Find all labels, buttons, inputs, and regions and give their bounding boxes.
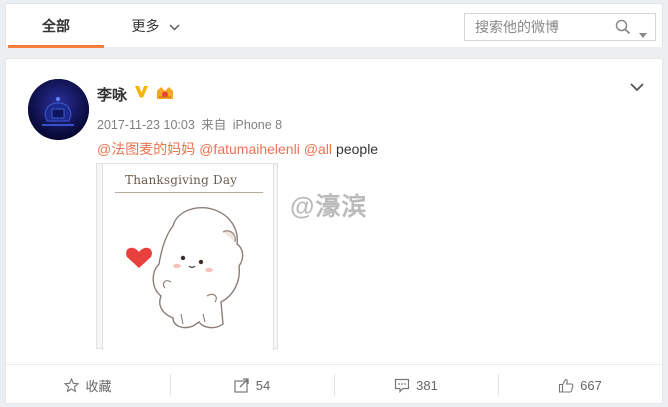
search-icon[interactable] [615,19,631,40]
like-count: 667 [580,377,602,393]
mention-link[interactable]: @all [304,141,332,157]
source-device[interactable]: iPhone 8 [233,118,282,132]
thumbs-up-icon [559,378,574,393]
post-action-bar: 收藏 54 381 667 [6,364,662,404]
mention-link[interactable]: @fatumaihelenli [199,141,300,157]
vip-member-icon[interactable] [155,85,175,106]
comment-button[interactable]: 381 [334,365,498,405]
chevron-down-icon [169,4,180,48]
chevron-down-icon[interactable] [630,79,644,97]
avatar[interactable] [28,79,89,140]
tab-more-label: 更多 [131,18,160,34]
post-text-suffix: people [336,141,379,157]
post-image[interactable]: Thanksgiving Day [96,163,278,350]
comment-count: 381 [416,377,438,393]
weibo-post-card: 李咏 2017-11-23 10:03 来自 iPhone 8 @法图麦的妈妈 @… [5,58,663,404]
username[interactable]: 李咏 [97,84,127,105]
star-icon [64,377,80,393]
search-box [464,13,656,41]
image-divider [115,192,263,193]
repost-icon [234,377,249,393]
bear-illustration [126,207,244,329]
tab-all[interactable]: 全部 [8,4,104,48]
repost-button[interactable]: 54 [170,365,334,405]
mention-link[interactable]: @法图麦的妈妈 [97,141,195,157]
verified-badge-icon[interactable] [134,84,149,104]
post-meta: 2017-11-23 10:03 来自 iPhone 8 [97,114,282,133]
tab-all-label: 全部 [42,18,70,34]
search-dropdown-icon[interactable] [639,25,647,43]
favorite-button[interactable]: 收藏 [6,365,170,405]
like-button[interactable]: 667 [498,365,662,405]
post-timestamp[interactable]: 2017-11-23 10:03 [97,118,195,132]
image-caption: Thanksgiving Day [125,173,238,187]
search-input[interactable] [475,14,625,40]
repost-count: 54 [255,377,271,393]
post-text: @法图麦的妈妈 @fatumaihelenli @all people [97,139,378,159]
tab-more[interactable]: 更多 [126,4,186,48]
comment-icon [395,378,410,393]
image-card: Thanksgiving Day [102,164,274,350]
watermark: @濠滨 [290,193,368,221]
profile-tab-bar: 全部 更多 [5,3,663,48]
source-prefix: 来自 [201,118,227,132]
active-tab-indicator [8,45,104,48]
favorite-label: 收藏 [85,378,112,394]
